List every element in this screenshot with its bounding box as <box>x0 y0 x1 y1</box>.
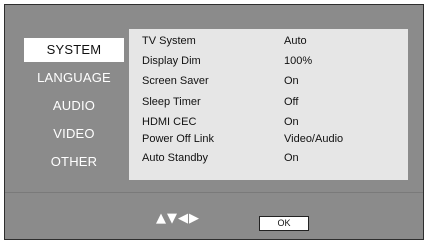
menu-item-other[interactable]: OTHER <box>24 148 124 176</box>
setting-row-display-dim[interactable]: Display Dim 100% <box>129 54 408 72</box>
setting-label: Auto Standby <box>142 152 209 164</box>
setting-value: On <box>284 152 299 164</box>
ok-button[interactable]: OK <box>259 216 309 231</box>
setting-label: Screen Saver <box>142 75 209 87</box>
settings-screen: SYSTEM LANGUAGE AUDIO VIDEO OTHER TV Sys… <box>4 4 424 240</box>
menu-item-language[interactable]: LANGUAGE <box>24 64 124 92</box>
setting-row-auto-standby[interactable]: Auto Standby On <box>129 151 408 169</box>
setting-row-power-off-link[interactable]: Power Off Link Video/Audio <box>129 132 408 150</box>
setting-value: Video/Audio <box>284 133 344 145</box>
setting-row-sleep-timer[interactable]: Sleep Timer Off <box>129 95 408 113</box>
category-menu: SYSTEM LANGUAGE AUDIO VIDEO OTHER <box>24 36 124 176</box>
navigation-arrows-icon: ▲▼◀▶ <box>156 211 200 226</box>
setting-label: Sleep Timer <box>142 96 201 108</box>
setting-row-screen-saver[interactable]: Screen Saver On <box>129 74 408 92</box>
setting-label: HDMI CEC <box>142 116 197 128</box>
setting-value: Auto <box>284 35 307 47</box>
setting-value: Off <box>284 96 299 108</box>
footer-divider <box>5 192 423 193</box>
setting-label: TV System <box>142 35 196 47</box>
menu-item-video[interactable]: VIDEO <box>24 120 124 148</box>
settings-panel: TV System Auto Display Dim 100% Screen S… <box>129 29 408 180</box>
setting-value: 100% <box>284 55 313 67</box>
setting-row-tv-system[interactable]: TV System Auto <box>129 34 408 52</box>
setting-value: On <box>284 75 299 87</box>
menu-item-system[interactable]: SYSTEM <box>24 38 124 62</box>
setting-label: Display Dim <box>142 55 201 67</box>
menu-item-audio[interactable]: AUDIO <box>24 92 124 120</box>
setting-value: On <box>284 116 299 128</box>
setting-label: Power Off Link <box>142 133 214 145</box>
setting-row-hdmi-cec[interactable]: HDMI CEC On <box>129 115 408 133</box>
